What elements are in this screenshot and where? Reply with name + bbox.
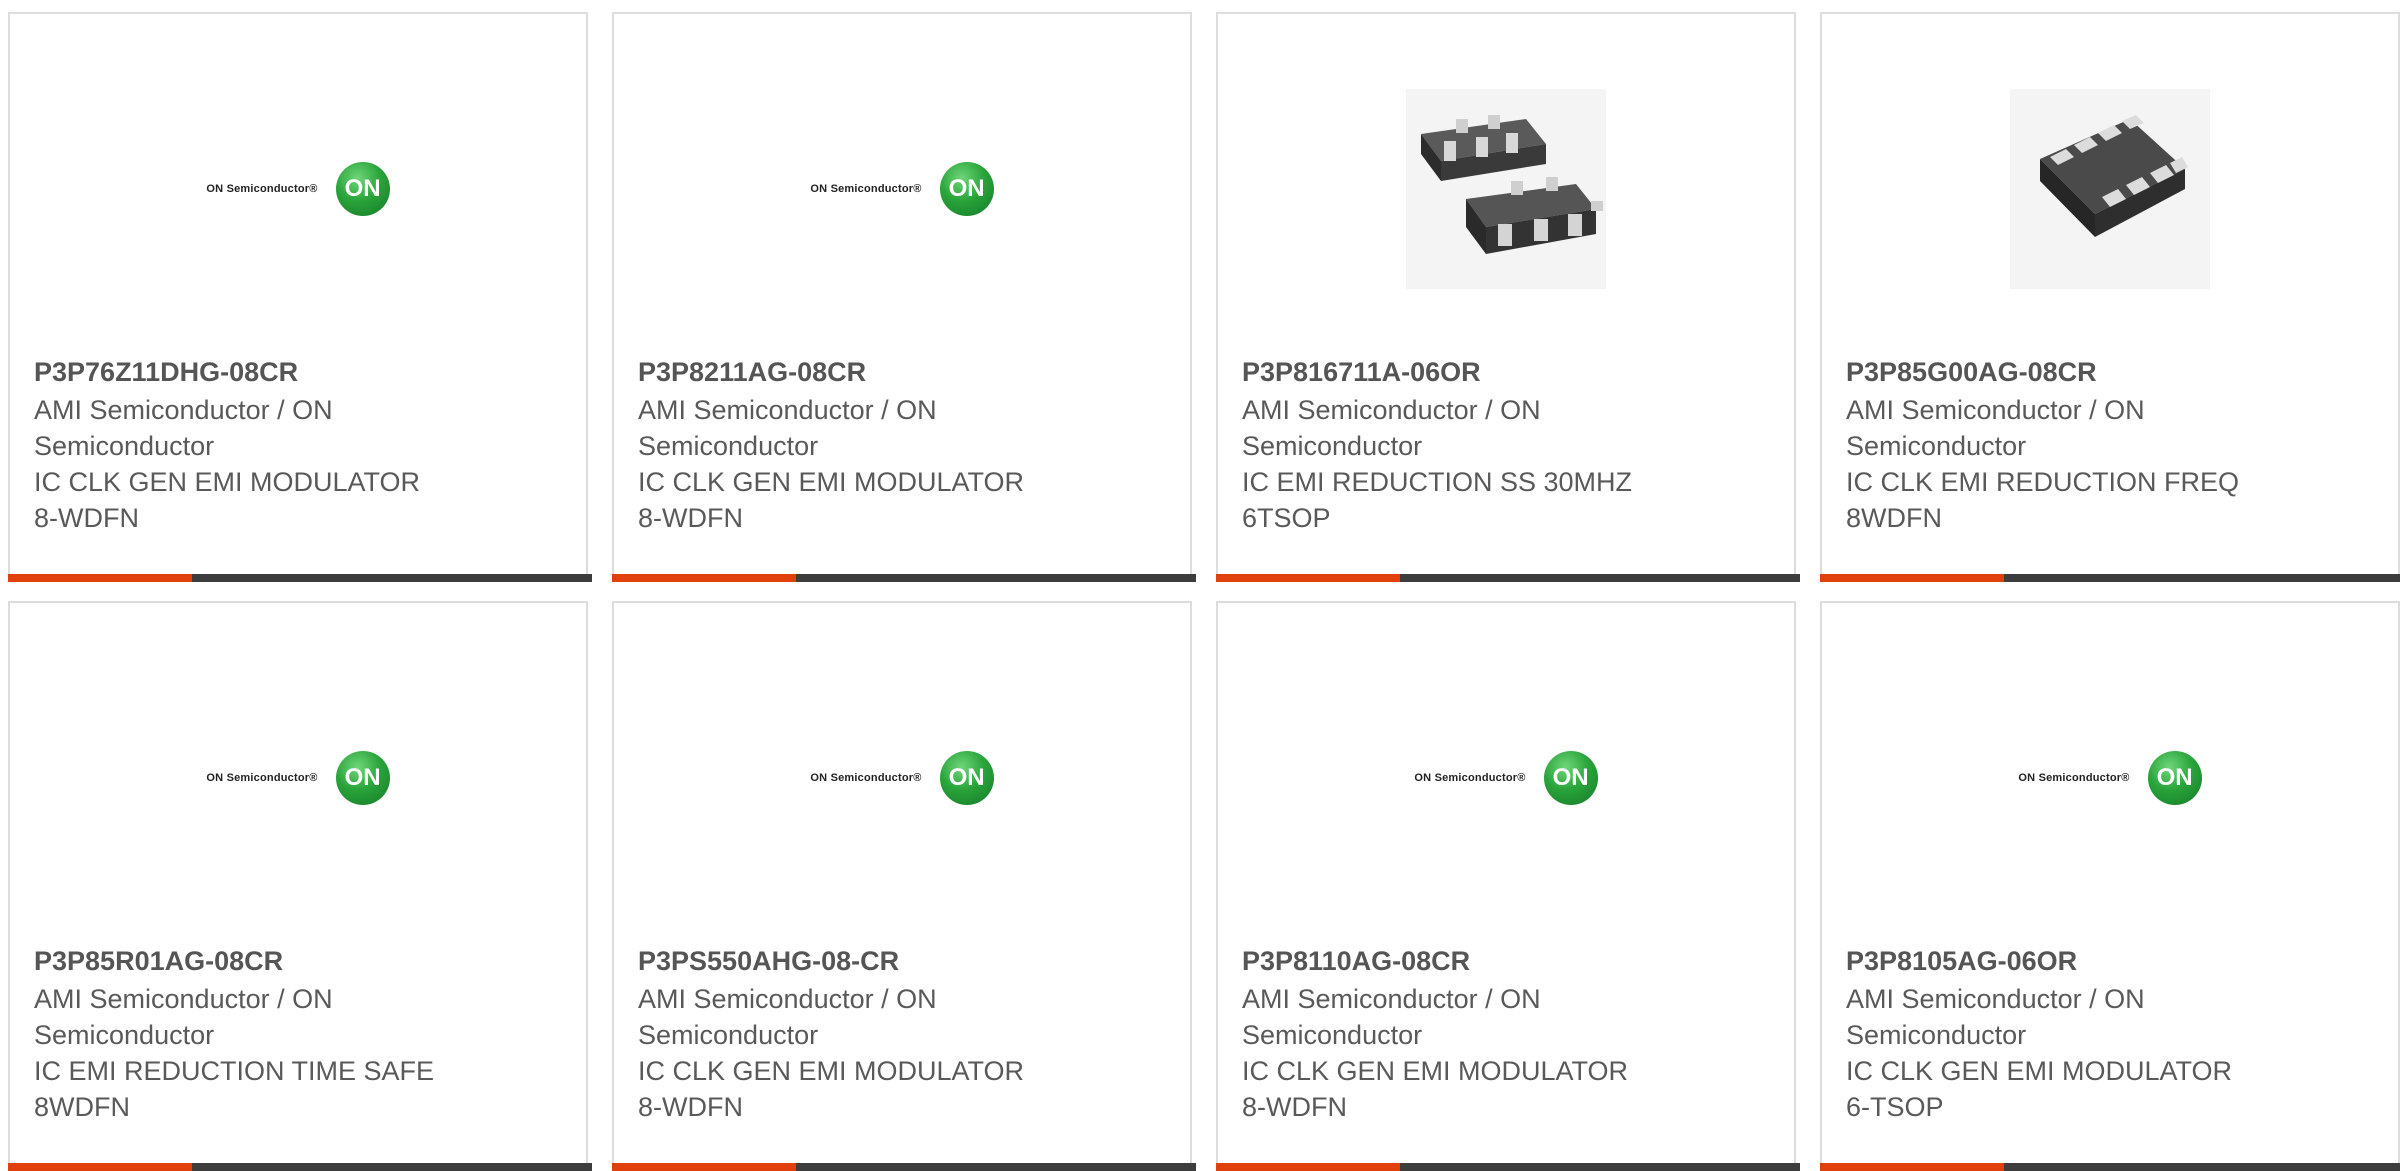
part-number[interactable]: P3P76Z11DHG-08CR <box>34 354 454 390</box>
card-accent-bar <box>1820 574 2004 582</box>
card-dark-bar <box>192 1163 592 1171</box>
description: IC CLK GEN EMI MODULATOR <box>1846 1056 2233 1086</box>
part-number[interactable]: P3P8211AG-08CR <box>638 354 1058 390</box>
description-cont: 8-WDFN <box>638 1092 743 1122</box>
card-dark-bar <box>1400 574 1800 582</box>
manufacturer-cont: Semiconductor <box>638 431 819 461</box>
product-details: P3P816711A-06OR AMI Semiconductor / ON S… <box>1242 354 1662 536</box>
card-dark-bar <box>2004 1163 2400 1171</box>
product-card[interactable]: ON Semiconductor® ON P3P8105AG-06OR AMI … <box>1820 601 2400 1171</box>
description: IC EMI REDUCTION TIME SAFE <box>34 1056 435 1086</box>
product-details: P3P85G00AG-08CR AMI Semiconductor / ON S… <box>1846 354 2266 536</box>
tsop-package-icon <box>1406 89 1606 289</box>
card-dark-bar <box>2004 574 2400 582</box>
on-semiconductor-logo: ON Semiconductor® ON <box>810 162 994 216</box>
manufacturer-cont: Semiconductor <box>1846 431 2027 461</box>
product-details: P3P76Z11DHG-08CR AMI Semiconductor / ON … <box>34 354 454 536</box>
product-card[interactable]: ON Semiconductor® ON P3P85R01AG-08CR AMI… <box>8 601 592 1171</box>
product-details: P3PS550AHG-08-CR AMI Semiconductor / ON … <box>638 943 1058 1125</box>
product-card[interactable]: ON Semiconductor® ON P3P8110AG-08CR AMI … <box>1216 601 1800 1171</box>
manufacturer: AMI Semiconductor / ON <box>1242 395 1541 425</box>
description: IC CLK GEN EMI MODULATOR <box>638 467 1025 497</box>
card-accent-bar <box>1820 1163 2004 1171</box>
part-number[interactable]: P3P8105AG-06OR <box>1846 943 2266 979</box>
product-image[interactable]: ON Semiconductor® ON <box>10 14 586 364</box>
description-cont: 8WDFN <box>1846 503 1942 533</box>
part-number[interactable]: P3P85R01AG-08CR <box>34 943 454 979</box>
product-image[interactable]: ON Semiconductor® ON <box>614 14 1190 364</box>
description-cont: 8-WDFN <box>638 503 743 533</box>
card-accent-bar <box>1216 574 1400 582</box>
manufacturer-cont: Semiconductor <box>638 1020 819 1050</box>
description-cont: 6TSOP <box>1242 503 1331 533</box>
description: IC CLK EMI REDUCTION FREQ <box>1846 467 2240 497</box>
card-accent-bar <box>8 1163 192 1171</box>
card-accent-bar <box>1216 1163 1400 1171</box>
part-number[interactable]: P3P8110AG-08CR <box>1242 943 1662 979</box>
card-accent-bar <box>612 574 796 582</box>
on-semiconductor-logo: ON Semiconductor® ON <box>810 751 994 805</box>
manufacturer: AMI Semiconductor / ON <box>34 395 333 425</box>
card-accent-bar <box>8 574 192 582</box>
part-number[interactable]: P3P816711A-06OR <box>1242 354 1662 390</box>
wdfn-package-icon <box>2010 89 2210 289</box>
manufacturer-cont: Semiconductor <box>1242 1020 1423 1050</box>
part-number[interactable]: P3PS550AHG-08-CR <box>638 943 1058 979</box>
description: IC EMI REDUCTION SS 30MHZ <box>1242 467 1633 497</box>
manufacturer-cont: Semiconductor <box>34 431 215 461</box>
manufacturer: AMI Semiconductor / ON <box>638 984 937 1014</box>
description-cont: 8-WDFN <box>1242 1092 1347 1122</box>
product-card[interactable]: ON Semiconductor® ON P3PS550AHG-08-CR AM… <box>612 601 1196 1171</box>
description: IC CLK GEN EMI MODULATOR <box>638 1056 1025 1086</box>
product-image[interactable]: ON Semiconductor® ON <box>614 603 1190 953</box>
description-cont: 6-TSOP <box>1846 1092 1944 1122</box>
card-dark-bar <box>1400 1163 1800 1171</box>
manufacturer-cont: Semiconductor <box>34 1020 215 1050</box>
product-image[interactable] <box>1822 14 2398 364</box>
card-accent-bar <box>612 1163 796 1171</box>
product-details: P3P85R01AG-08CR AMI Semiconductor / ON S… <box>34 943 454 1125</box>
product-details: P3P8211AG-08CR AMI Semiconductor / ON Se… <box>638 354 1058 536</box>
manufacturer: AMI Semiconductor / ON <box>1846 395 2145 425</box>
on-semiconductor-logo: ON Semiconductor® ON <box>206 162 390 216</box>
description-cont: 8WDFN <box>34 1092 130 1122</box>
on-semiconductor-logo: ON Semiconductor® ON <box>2018 751 2202 805</box>
manufacturer: AMI Semiconductor / ON <box>1846 984 2145 1014</box>
manufacturer: AMI Semiconductor / ON <box>1242 984 1541 1014</box>
manufacturer-cont: Semiconductor <box>1846 1020 2027 1050</box>
product-card[interactable]: P3P816711A-06OR AMI Semiconductor / ON S… <box>1216 12 1800 582</box>
product-image[interactable] <box>1218 14 1794 364</box>
description: IC CLK GEN EMI MODULATOR <box>34 467 421 497</box>
on-semiconductor-logo: ON Semiconductor® ON <box>1414 751 1598 805</box>
product-details: P3P8110AG-08CR AMI Semiconductor / ON Se… <box>1242 943 1662 1125</box>
manufacturer-cont: Semiconductor <box>1242 431 1423 461</box>
card-dark-bar <box>796 574 1196 582</box>
card-dark-bar <box>192 574 592 582</box>
product-details: P3P8105AG-06OR AMI Semiconductor / ON Se… <box>1846 943 2266 1125</box>
product-card[interactable]: ON Semiconductor® ON P3P8211AG-08CR AMI … <box>612 12 1196 582</box>
product-card[interactable]: ON Semiconductor® ON P3P76Z11DHG-08CR AM… <box>8 12 592 582</box>
description-cont: 8-WDFN <box>34 503 139 533</box>
manufacturer: AMI Semiconductor / ON <box>638 395 937 425</box>
on-semiconductor-logo: ON Semiconductor® ON <box>206 751 390 805</box>
product-grid: ON Semiconductor® ON P3P76Z11DHG-08CR AM… <box>0 0 2400 1171</box>
product-card[interactable]: P3P85G00AG-08CR AMI Semiconductor / ON S… <box>1820 12 2400 582</box>
card-dark-bar <box>796 1163 1196 1171</box>
part-number[interactable]: P3P85G00AG-08CR <box>1846 354 2266 390</box>
product-image[interactable]: ON Semiconductor® ON <box>1822 603 2398 953</box>
manufacturer: AMI Semiconductor / ON <box>34 984 333 1014</box>
description: IC CLK GEN EMI MODULATOR <box>1242 1056 1629 1086</box>
product-image[interactable]: ON Semiconductor® ON <box>10 603 586 953</box>
product-image[interactable]: ON Semiconductor® ON <box>1218 603 1794 953</box>
